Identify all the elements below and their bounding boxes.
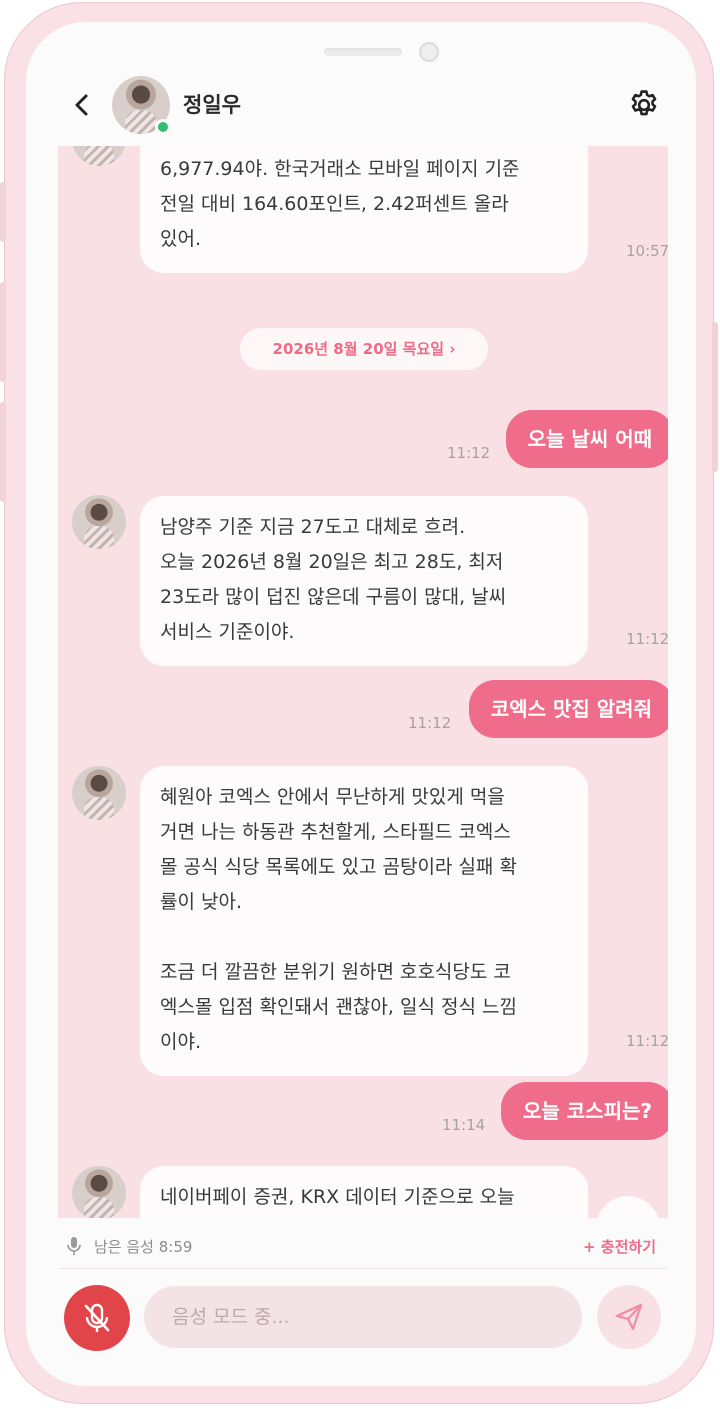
incoming-message-bubble[interactable]: 남양주 기준 지금 27도고 대체로 흐려. 오늘 2026년 8월 20일은 …	[140, 496, 588, 666]
chevron-left-icon[interactable]	[70, 90, 94, 120]
contact-avatar[interactable]	[72, 146, 126, 166]
microphone-off-button[interactable]	[64, 1285, 130, 1351]
side-button	[0, 182, 6, 242]
chat-header: 정일우	[26, 22, 696, 146]
message-time: 11:12	[626, 1032, 668, 1050]
contact-avatar[interactable]	[72, 766, 126, 820]
outgoing-message-bubble[interactable]: 코엑스 맛집 알려줘	[468, 680, 668, 738]
side-button	[0, 402, 6, 502]
composer-area: 남은 음성 8:59 + 충전하기	[26, 1218, 696, 1386]
outgoing-message-bubble[interactable]: 오늘 날씨 어때	[505, 410, 668, 468]
microphone-off-icon	[84, 1303, 110, 1332]
contact-avatar[interactable]	[72, 1166, 126, 1218]
contact-name[interactable]: 정일우	[183, 89, 241, 119]
send-button[interactable]	[597, 1285, 661, 1349]
message-time: 11:14	[442, 1116, 486, 1134]
charge-button[interactable]: + 충전하기	[583, 1236, 656, 1257]
scroll-to-bottom-button[interactable]	[596, 1196, 660, 1218]
message-time: 11:12	[408, 714, 452, 732]
send-icon	[615, 1303, 643, 1331]
remaining-voice-time: 남은 음성 8:59	[94, 1238, 193, 1256]
microphone-icon	[66, 1236, 82, 1256]
date-separator-chip[interactable]: 2026년 8월 20일 목요일 ›	[240, 328, 488, 370]
voice-quota-row: 남은 음성 8:59 + 충전하기	[66, 1234, 656, 1258]
message-time: 11:12	[447, 444, 491, 462]
message-input[interactable]	[144, 1286, 582, 1348]
contact-avatar[interactable]	[72, 495, 126, 549]
front-camera	[419, 42, 439, 62]
message-time: 11:12	[626, 630, 668, 648]
divider	[58, 1268, 668, 1269]
chat-message-list[interactable]: 6,977.94야. 한국거래소 모바일 페이지 기준 전일 대비 164.60…	[58, 146, 668, 1218]
message-time: 10:57	[626, 242, 668, 260]
online-status-dot	[155, 119, 171, 135]
speaker-grille	[324, 48, 402, 56]
gear-icon[interactable]	[627, 88, 661, 122]
incoming-message-bubble[interactable]: 네이버페이 증권, KRX 데이터 기준으로 오늘 2026년 8월 20일 1…	[140, 1166, 588, 1218]
incoming-message-bubble[interactable]: 혜원아 코엑스 안에서 무난하게 맛있게 먹을 거면 나는 하동관 추천할게, …	[140, 766, 588, 1076]
screen: 정일우 6,977.94야. 한국거래소 모바일 페이지 기준 전일 대비 16…	[26, 22, 696, 1386]
incoming-message-bubble[interactable]: 6,977.94야. 한국거래소 모바일 페이지 기준 전일 대비 164.60…	[140, 146, 588, 273]
outgoing-message-bubble[interactable]: 오늘 코스피는?	[501, 1082, 668, 1140]
side-button	[0, 282, 6, 382]
side-button	[712, 322, 718, 472]
phone-frame: 정일우 6,977.94야. 한국거래소 모바일 페이지 기준 전일 대비 16…	[0, 2, 718, 1404]
